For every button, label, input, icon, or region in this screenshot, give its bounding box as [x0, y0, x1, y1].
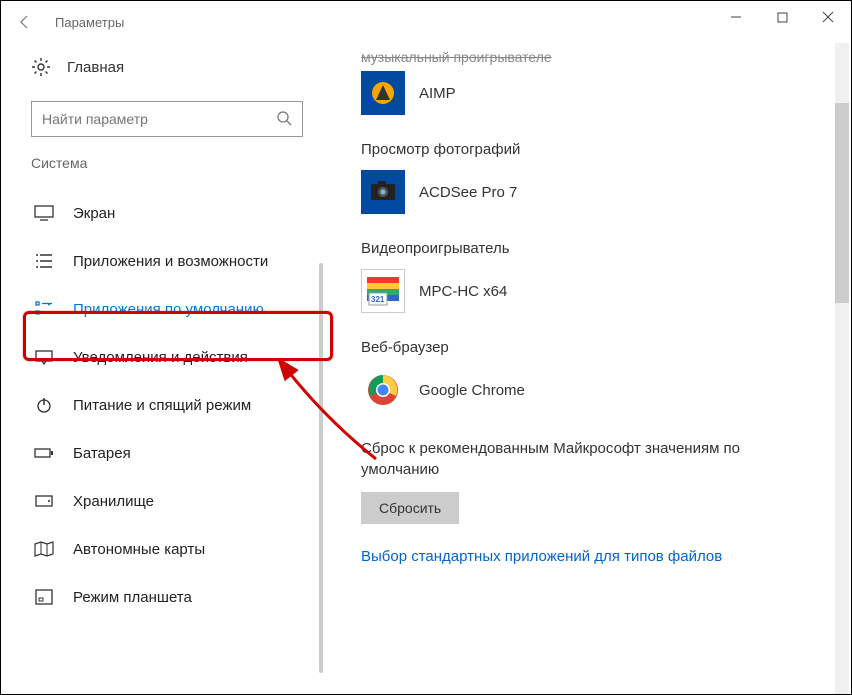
titlebar: Параметры — [1, 1, 851, 43]
chrome-icon — [361, 368, 405, 412]
sidebar-item-label: Режим планшета — [73, 589, 192, 606]
main-scrollbar[interactable] — [835, 43, 849, 694]
sidebar-item-label: Хранилище — [73, 493, 154, 510]
sidebar-item-maps[interactable]: Автономные карты — [31, 525, 351, 573]
sidebar-item-label: Экран — [73, 205, 115, 222]
sidebar-scrollbar[interactable] — [319, 263, 323, 673]
maximize-button[interactable] — [759, 1, 805, 33]
app-name: Google Chrome — [419, 382, 525, 399]
storage-icon — [33, 490, 55, 512]
default-app-section-browser: Веб-браузер Google Chrome — [361, 339, 821, 414]
map-icon — [33, 538, 55, 560]
reset-button[interactable]: Сбросить — [361, 492, 459, 524]
defaults-icon — [33, 298, 55, 320]
sidebar-item-storage[interactable]: Хранилище — [31, 477, 351, 525]
svg-text:321: 321 — [371, 295, 385, 304]
choose-by-filetype-link[interactable]: Выбор стандартных приложений для типов ф… — [361, 548, 821, 565]
app-name: MPC-HC x64 — [419, 283, 507, 300]
sidebar-item-label: Автономные карты — [73, 541, 205, 558]
scrollbar-thumb[interactable] — [835, 103, 849, 303]
sidebar-item-label: Батарея — [73, 445, 131, 462]
sidebar-item-display[interactable]: Экран — [31, 189, 351, 237]
sidebar-item-default-apps[interactable]: Приложения по умолчанию — [31, 285, 351, 333]
app-tile[interactable]: 321 MPC-HC x64 — [361, 267, 821, 315]
app-tile[interactable]: Google Chrome — [361, 366, 821, 414]
nav-list: Экран Приложения и возможности Приложени… — [31, 189, 351, 621]
reset-section: Сброс к рекомендованным Майкрософт значе… — [361, 438, 821, 524]
category-title: Система — [31, 155, 351, 171]
home-label: Главная — [67, 59, 124, 76]
section-title: Просмотр фотографий — [361, 141, 821, 158]
search-input[interactable] — [31, 101, 303, 137]
sidebar-item-battery[interactable]: Батарея — [31, 429, 351, 477]
acdsee-icon — [361, 170, 405, 214]
back-button[interactable] — [9, 6, 41, 38]
list-icon — [33, 250, 55, 272]
section-title: Видеопроигрыватель — [361, 240, 821, 257]
tablet-icon — [33, 586, 55, 608]
sidebar-item-power[interactable]: Питание и спящий режим — [31, 381, 351, 429]
close-button[interactable] — [805, 1, 851, 33]
display-icon — [33, 202, 55, 224]
sidebar-item-label: Приложения по умолчанию — [73, 301, 264, 318]
power-icon — [33, 394, 55, 416]
default-app-section-photos: Просмотр фотографий ACDSee Pro 7 — [361, 141, 821, 216]
app-name: AIMP — [419, 85, 456, 102]
app-tile[interactable]: AIMP — [361, 69, 821, 117]
app-name: ACDSee Pro 7 — [419, 184, 517, 201]
mpchc-icon: 321 — [361, 269, 405, 313]
sidebar-item-apps-features[interactable]: Приложения и возможности — [31, 237, 351, 285]
aimp-icon — [361, 71, 405, 115]
notifications-icon — [33, 346, 55, 368]
sidebar-item-tablet[interactable]: Режим планшета — [31, 573, 351, 621]
default-app-section-music: AIMP — [361, 69, 821, 117]
search-icon — [276, 110, 292, 129]
reset-description: Сброс к рекомендованным Майкрософт значе… — [361, 438, 781, 480]
main-panel: музыкальный проигрывателе AIMP Просмотр … — [351, 43, 851, 694]
section-title-truncated: музыкальный проигрывателе — [361, 49, 821, 65]
sidebar-item-label: Приложения и возможности — [73, 253, 268, 270]
battery-icon — [33, 442, 55, 464]
gear-icon — [31, 57, 51, 77]
sidebar-item-label: Уведомления и действия — [73, 349, 248, 366]
sidebar-item-label: Питание и спящий режим — [73, 397, 251, 414]
search-field[interactable] — [42, 111, 262, 127]
sidebar: Главная Система Экран Приложения и возмо… — [1, 43, 351, 694]
default-app-section-video: Видеопроигрыватель 321 MPC-HC x64 — [361, 240, 821, 315]
home-link[interactable]: Главная — [31, 47, 351, 87]
sidebar-item-notifications[interactable]: Уведомления и действия — [31, 333, 351, 381]
app-tile[interactable]: ACDSee Pro 7 — [361, 168, 821, 216]
minimize-button[interactable] — [713, 1, 759, 33]
section-title: Веб-браузер — [361, 339, 821, 356]
window-title: Параметры — [55, 15, 124, 30]
